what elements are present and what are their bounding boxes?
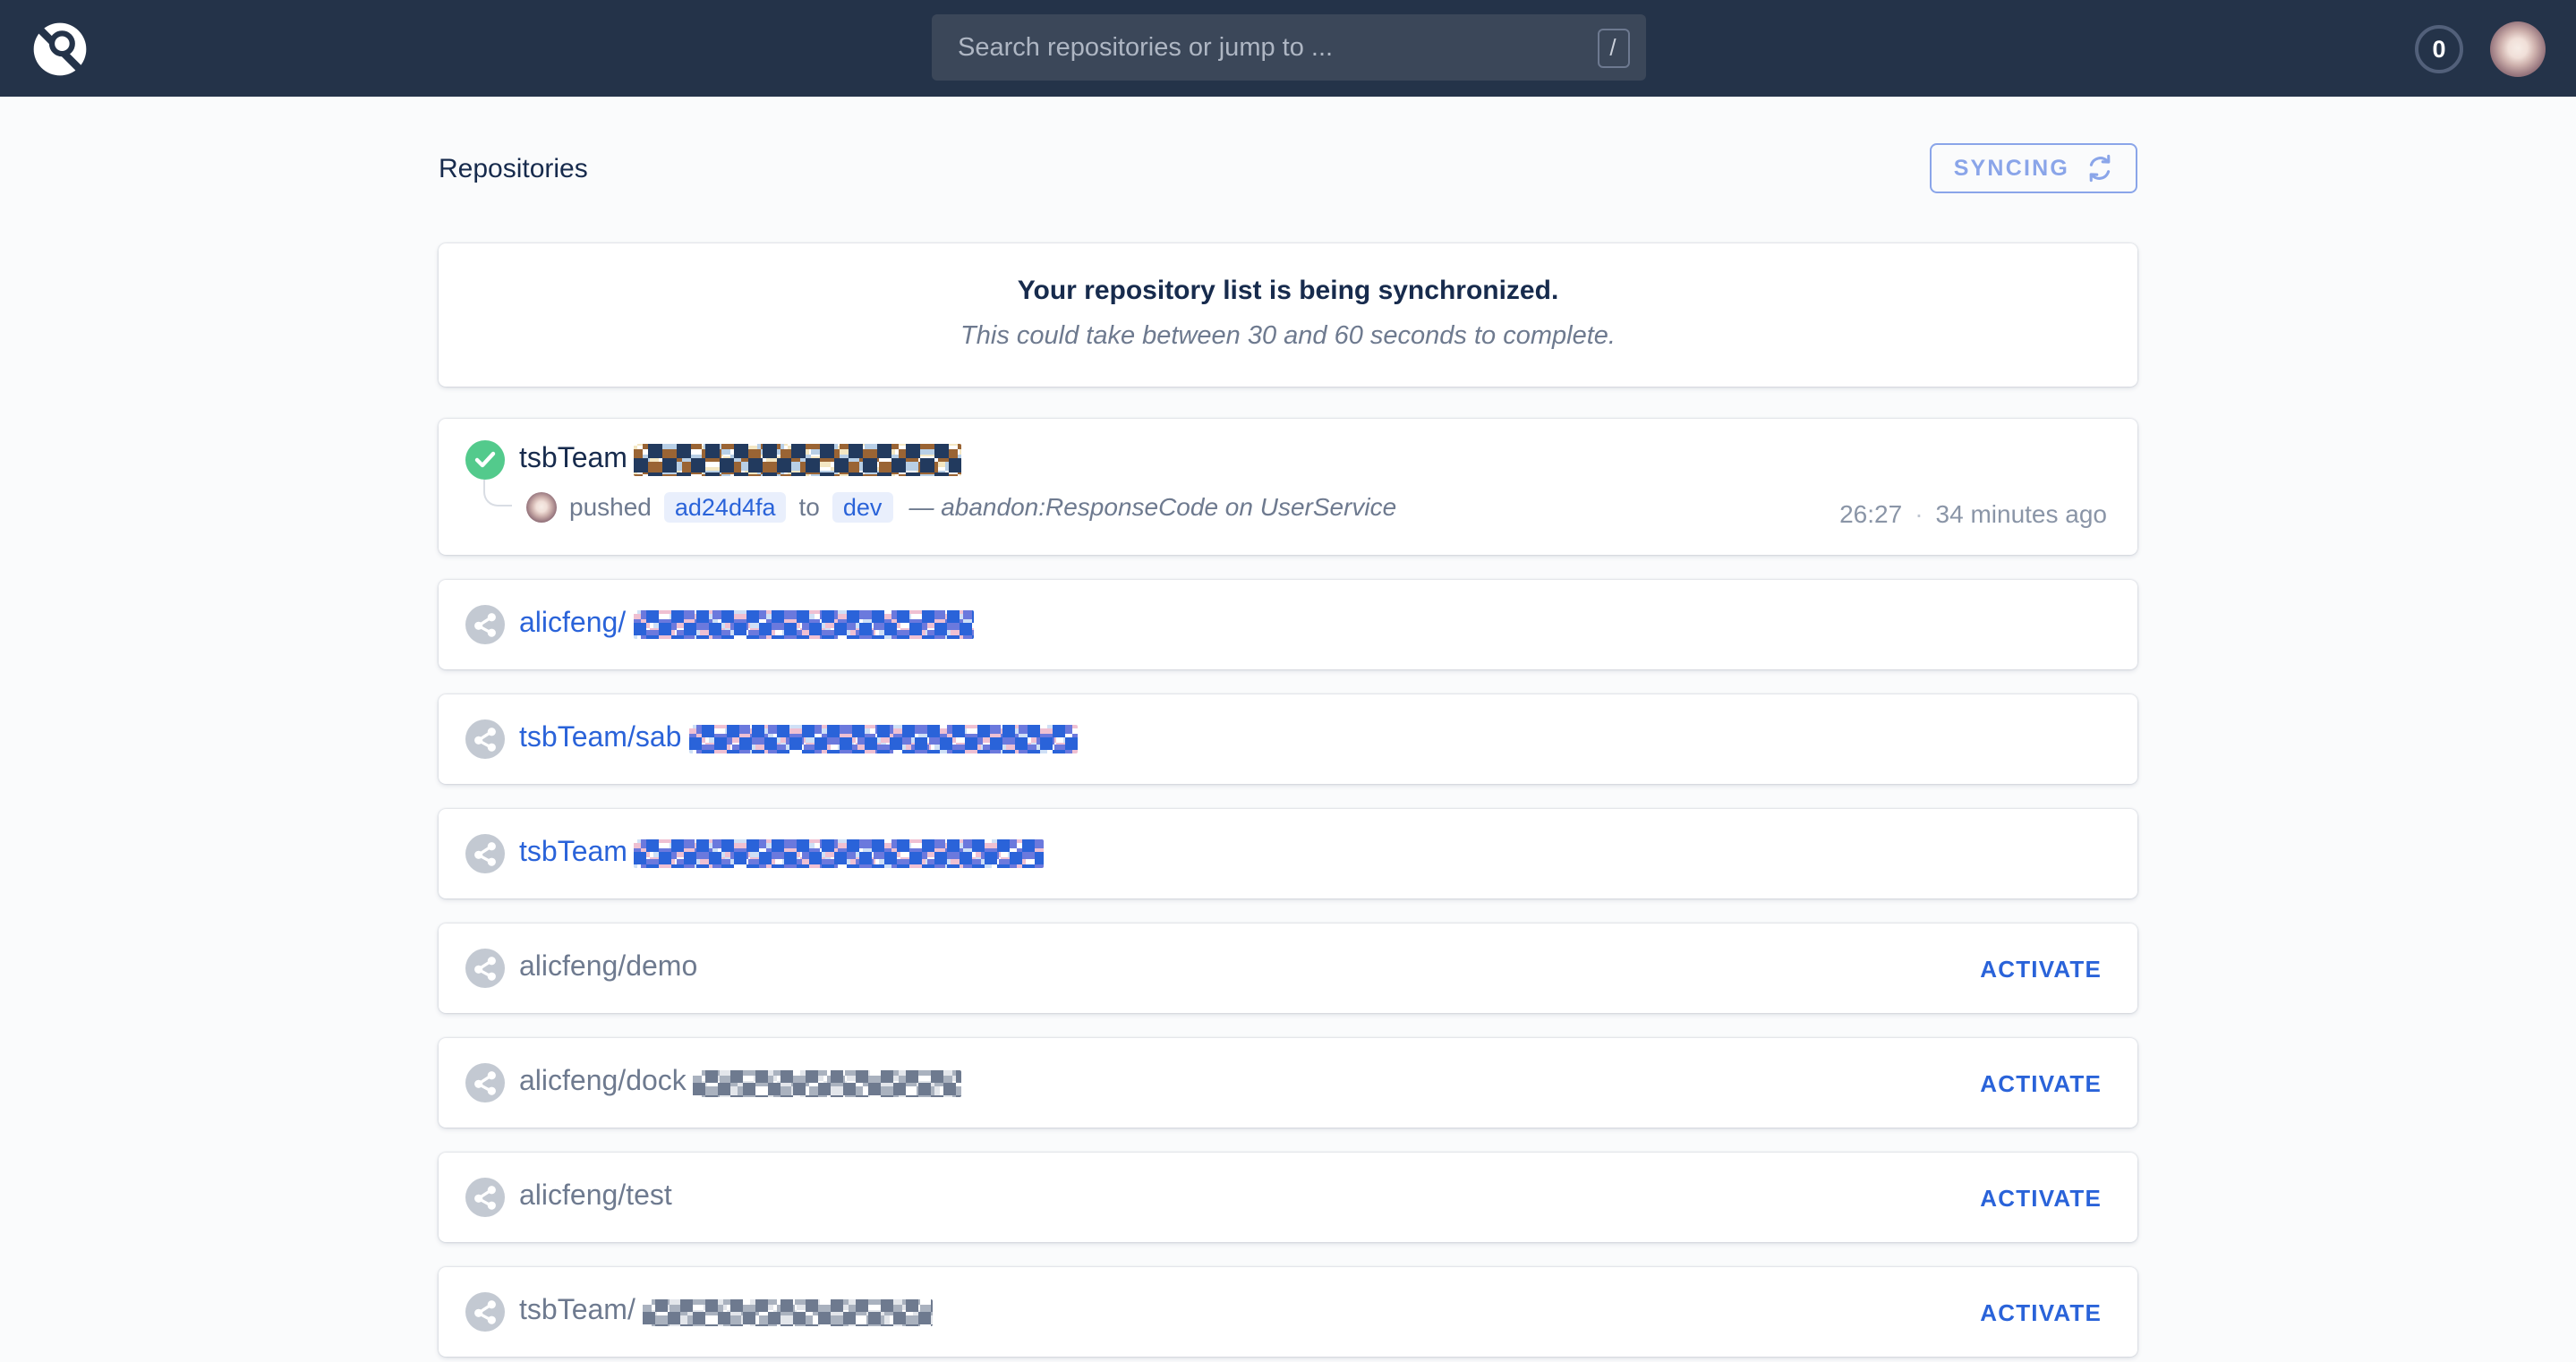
dot-separator: · (1915, 499, 1923, 528)
app-logo-icon[interactable] (30, 19, 90, 78)
repo-row: tsbTeam/ ACTIVATE (439, 1267, 2137, 1357)
repo-name-link[interactable]: tsbTeam (519, 838, 627, 870)
redacted-repo-name (635, 444, 962, 476)
share-icon (465, 834, 505, 873)
build-time: 26:27 · 34 minutes ago (1839, 499, 2107, 528)
activity-action-label: pushed (569, 492, 652, 521)
repo-name[interactable]: tsbTeam/ (519, 1296, 635, 1328)
repo-row: alicfeng/ (439, 580, 2137, 669)
activate-button[interactable]: ACTIVATE (1980, 1069, 2102, 1096)
share-icon (465, 949, 505, 988)
commit-message: — abandon:ResponseCode on UserService (908, 492, 1396, 521)
syncing-button-label: SYNCING (1954, 156, 2069, 181)
repo-row-active: tsbTeam pushed ad24d4fa to dev — abandon… (439, 419, 2137, 555)
repo-name-row: tsbTeam (439, 419, 2137, 480)
build-duration: 26:27 (1839, 499, 1902, 528)
repo-name-link[interactable]: tsbTeam/sab (519, 723, 681, 755)
activate-button[interactable]: ACTIVATE (1980, 1298, 2102, 1325)
search-input[interactable] (958, 33, 1597, 62)
share-icon (465, 1292, 505, 1332)
repo-name[interactable]: tsbTeam (519, 444, 627, 476)
header-right-group: 0 (2415, 21, 2546, 76)
sync-notice-subtitle: This could take between 30 and 60 second… (456, 322, 2120, 351)
share-icon (465, 1178, 505, 1217)
repo-name[interactable]: alicfeng/test (519, 1181, 672, 1213)
syncing-button[interactable]: SYNCING (1931, 143, 2137, 193)
activity-preposition: to (799, 492, 820, 521)
repo-row: alicfeng/demo ACTIVATE (439, 924, 2137, 1013)
redacted-repo-name (694, 1069, 962, 1096)
activate-button[interactable]: ACTIVATE (1980, 955, 2102, 982)
page-header-row: Repositories SYNCING (439, 143, 2137, 193)
check-icon (465, 440, 505, 480)
committer-avatar (526, 491, 557, 522)
repo-name[interactable]: alicfeng/demo (519, 952, 697, 984)
notification-counter-badge[interactable]: 0 (2415, 24, 2463, 72)
activate-button[interactable]: ACTIVATE (1980, 1184, 2102, 1211)
share-icon (465, 605, 505, 644)
branch-connector-line (483, 480, 512, 506)
app-window: / 0 Repositories SYNCING Your repository… (0, 0, 2576, 1362)
repository-list: tsbTeam pushed ad24d4fa to dev — abandon… (439, 419, 2137, 1357)
repo-row: alicfeng/dock ACTIVATE (439, 1038, 2137, 1128)
page-title: Repositories (439, 153, 588, 183)
sync-notice-title: Your repository list is being synchroniz… (456, 276, 2120, 306)
repo-row: tsbTeam/sab (439, 694, 2137, 784)
sync-refresh-icon (2086, 154, 2114, 183)
repo-row: alicfeng/test ACTIVATE (439, 1153, 2137, 1242)
global-search[interactable]: / (931, 14, 1645, 81)
share-icon (465, 1063, 505, 1102)
repo-name[interactable]: alicfeng/dock (519, 1067, 687, 1099)
user-avatar[interactable] (2490, 21, 2546, 76)
share-icon (465, 719, 505, 759)
slash-shortcut-key: / (1597, 28, 1629, 67)
main-content: Repositories SYNCING Your repository lis… (439, 143, 2137, 1357)
redacted-repo-name (688, 725, 1077, 753)
redacted-repo-name (633, 610, 973, 639)
sync-notice-card: Your repository list is being synchroniz… (439, 243, 2137, 387)
top-nav-bar: / 0 (0, 0, 2576, 97)
build-time-ago: 34 minutes ago (1936, 499, 2107, 528)
commit-hash-link[interactable]: ad24d4fa (664, 491, 787, 522)
repo-name-link[interactable]: alicfeng/ (519, 609, 626, 641)
repo-row: tsbTeam (439, 809, 2137, 898)
branch-link[interactable]: dev (832, 491, 893, 522)
redacted-repo-name (643, 1298, 933, 1325)
redacted-repo-name (635, 839, 1045, 868)
